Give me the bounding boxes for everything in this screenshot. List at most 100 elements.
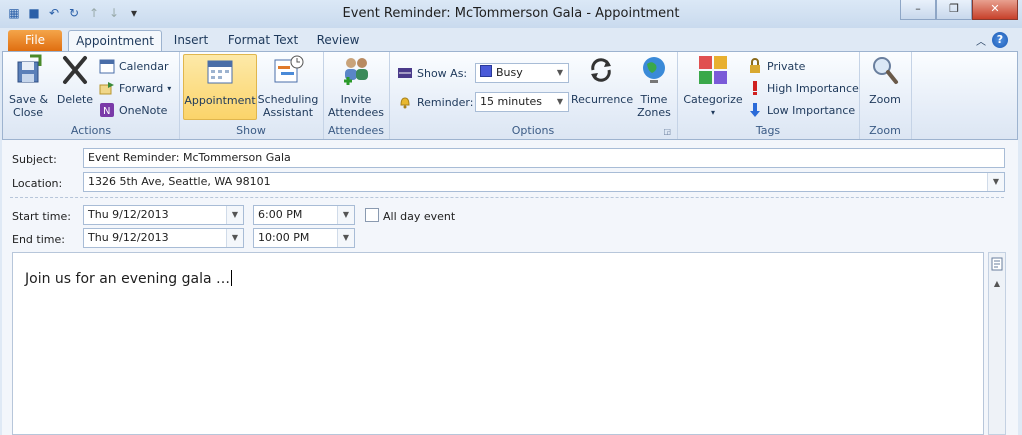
- dialog-launcher-icon[interactable]: ◲: [663, 127, 671, 136]
- start-date-picker[interactable]: Thu 9/12/2013 ▼: [83, 205, 244, 225]
- show-as-label-group: Show As:: [397, 63, 467, 83]
- group-actions: Save & Close Delete Calendar Forward ▾ N…: [3, 52, 180, 139]
- text-caret: [231, 270, 232, 286]
- busy-swatch-icon: [480, 65, 492, 77]
- window-title: Event Reminder: McTommerson Gala - Appoi…: [342, 6, 680, 21]
- start-date-value: Thu 9/12/2013: [88, 208, 169, 221]
- group-show: Appointment Scheduling Assistant Show: [179, 52, 324, 139]
- close-button[interactable]: ✕: [972, 0, 1018, 20]
- low-importance-button[interactable]: Low Importance: [747, 100, 855, 120]
- categorize-label: Categorize: [683, 93, 743, 106]
- save-close-button[interactable]: Save & Close: [9, 54, 49, 119]
- tab-insert[interactable]: Insert: [165, 30, 217, 51]
- all-day-checkbox[interactable]: [365, 208, 379, 222]
- invite-attendees-icon: [344, 58, 368, 85]
- zoom-label: Zoom: [869, 93, 901, 106]
- location-input[interactable]: 1326 5th Ave, Seattle, WA 98101 ▼: [83, 172, 1005, 192]
- tab-appointment[interactable]: Appointment: [68, 30, 162, 52]
- subject-label: Subject:: [12, 153, 57, 166]
- time-zones-button[interactable]: Time Zones: [633, 54, 675, 119]
- help-icon[interactable]: ?: [992, 32, 1008, 48]
- chevron-down-icon[interactable]: ▼: [337, 229, 354, 247]
- group-options-label: Options: [511, 124, 555, 137]
- scheduling-assistant-icon: [274, 55, 304, 83]
- scheduling-assistant-label: Scheduling Assistant: [257, 93, 319, 119]
- minimize-ribbon-icon[interactable]: ︿: [976, 33, 986, 48]
- group-zoom-label: Zoom: [869, 124, 901, 137]
- forward-icon: [99, 82, 114, 95]
- scroll-up-icon[interactable]: ▲: [990, 279, 1004, 293]
- calendar-button[interactable]: Calendar: [99, 56, 168, 76]
- chevron-down-icon[interactable]: ▼: [337, 206, 354, 224]
- show-as-value: Busy: [496, 66, 523, 79]
- recurrence-label: Recurrence: [571, 93, 634, 106]
- private-button[interactable]: Private: [747, 56, 805, 76]
- scheduling-assistant-button[interactable]: Scheduling Assistant: [257, 54, 319, 119]
- down-arrow-icon: [750, 103, 760, 117]
- tab-review[interactable]: Review: [310, 30, 366, 51]
- categorize-icon: [699, 56, 727, 84]
- chevron-down-icon: ▼: [556, 97, 564, 106]
- delete-button[interactable]: Delete: [55, 54, 95, 106]
- chevron-down-icon[interactable]: ▼: [226, 206, 243, 224]
- message-body[interactable]: Join us for an evening gala …: [12, 252, 984, 435]
- onenote-button[interactable]: N OneNote: [99, 100, 167, 120]
- show-as-dropdown[interactable]: Busy ▼: [475, 63, 569, 83]
- body-text[interactable]: Join us for an evening gala …: [25, 270, 232, 287]
- end-date-picker[interactable]: Thu 9/12/2013 ▼: [83, 228, 244, 248]
- invite-attendees-label: Invite Attendees: [328, 93, 384, 119]
- forward-label: Forward: [119, 81, 164, 95]
- group-attendees-label: Attendees: [328, 124, 384, 137]
- low-importance-label: Low Importance: [767, 103, 856, 117]
- appointment-button[interactable]: Appointment: [183, 54, 257, 120]
- forward-button[interactable]: Forward ▾: [99, 78, 171, 98]
- location-label: Location:: [12, 177, 63, 190]
- window-controls: – ❐ ✕: [900, 0, 1018, 20]
- high-importance-button[interactable]: High Importance: [747, 78, 859, 98]
- chevron-down-icon: ▾: [167, 83, 172, 93]
- divider: [10, 197, 1004, 198]
- chevron-down-icon[interactable]: ▼: [226, 229, 243, 247]
- calendar-small-icon: [99, 59, 115, 74]
- ruler-toggle-icon[interactable]: [991, 257, 1003, 271]
- appointment-form: Subject: Event Reminder: McTommerson Gal…: [2, 140, 1018, 435]
- reminder-label-group: Reminder:: [397, 92, 473, 112]
- categorize-button[interactable]: Categorize ▾: [681, 54, 745, 119]
- ribbon-tabs: File Appointment Insert Format Text Revi…: [0, 28, 1022, 52]
- chevron-down-icon: ▼: [556, 68, 564, 77]
- reminder-dropdown[interactable]: 15 minutes ▼: [475, 92, 569, 112]
- save-close-icon: [17, 54, 42, 83]
- delete-label: Delete: [56, 93, 94, 106]
- magnifier-icon: [873, 57, 898, 84]
- maximize-button[interactable]: ❐: [936, 0, 972, 20]
- recurrence-icon: [591, 58, 611, 82]
- group-tags: Categorize ▾ Private High Importance Low…: [677, 52, 860, 139]
- onenote-label: OneNote: [119, 103, 168, 117]
- reminder-value: 15 minutes: [480, 95, 543, 108]
- svg-text:N: N: [103, 106, 110, 117]
- reminder-label: Reminder:: [417, 95, 474, 109]
- end-time-value: 10:00 PM: [258, 231, 310, 244]
- ribbon: Save & Close Delete Calendar Forward ▾ N…: [2, 51, 1018, 140]
- group-zoom: Zoom Zoom: [859, 52, 912, 139]
- subject-input[interactable]: Event Reminder: McTommerson Gala: [83, 148, 1005, 168]
- high-importance-label: High Importance: [767, 81, 859, 95]
- invite-attendees-button[interactable]: Invite Attendees: [327, 54, 385, 119]
- show-as-icon: [398, 68, 412, 78]
- onenote-icon: N: [100, 103, 114, 117]
- start-time-value: 6:00 PM: [258, 208, 303, 221]
- calendar-label: Calendar: [119, 59, 169, 73]
- group-options: Show As: Busy ▼ Reminder: 15 minutes ▼ R…: [389, 52, 678, 139]
- end-time-picker[interactable]: 10:00 PM ▼: [253, 228, 355, 248]
- vertical-scrollbar[interactable]: ▲: [988, 252, 1006, 435]
- minimize-button[interactable]: –: [900, 0, 936, 20]
- start-time-picker[interactable]: 6:00 PM ▼: [253, 205, 355, 225]
- save-close-label: Save & Close: [9, 93, 49, 119]
- recurrence-button[interactable]: Recurrence: [571, 54, 634, 106]
- chevron-down-icon[interactable]: ▼: [987, 173, 1004, 191]
- zoom-button[interactable]: Zoom: [865, 54, 905, 106]
- tab-format-text[interactable]: Format Text: [223, 30, 303, 51]
- time-zones-label: Time Zones: [637, 93, 671, 119]
- tab-file[interactable]: File: [8, 30, 62, 51]
- group-actions-label: Actions: [70, 124, 112, 137]
